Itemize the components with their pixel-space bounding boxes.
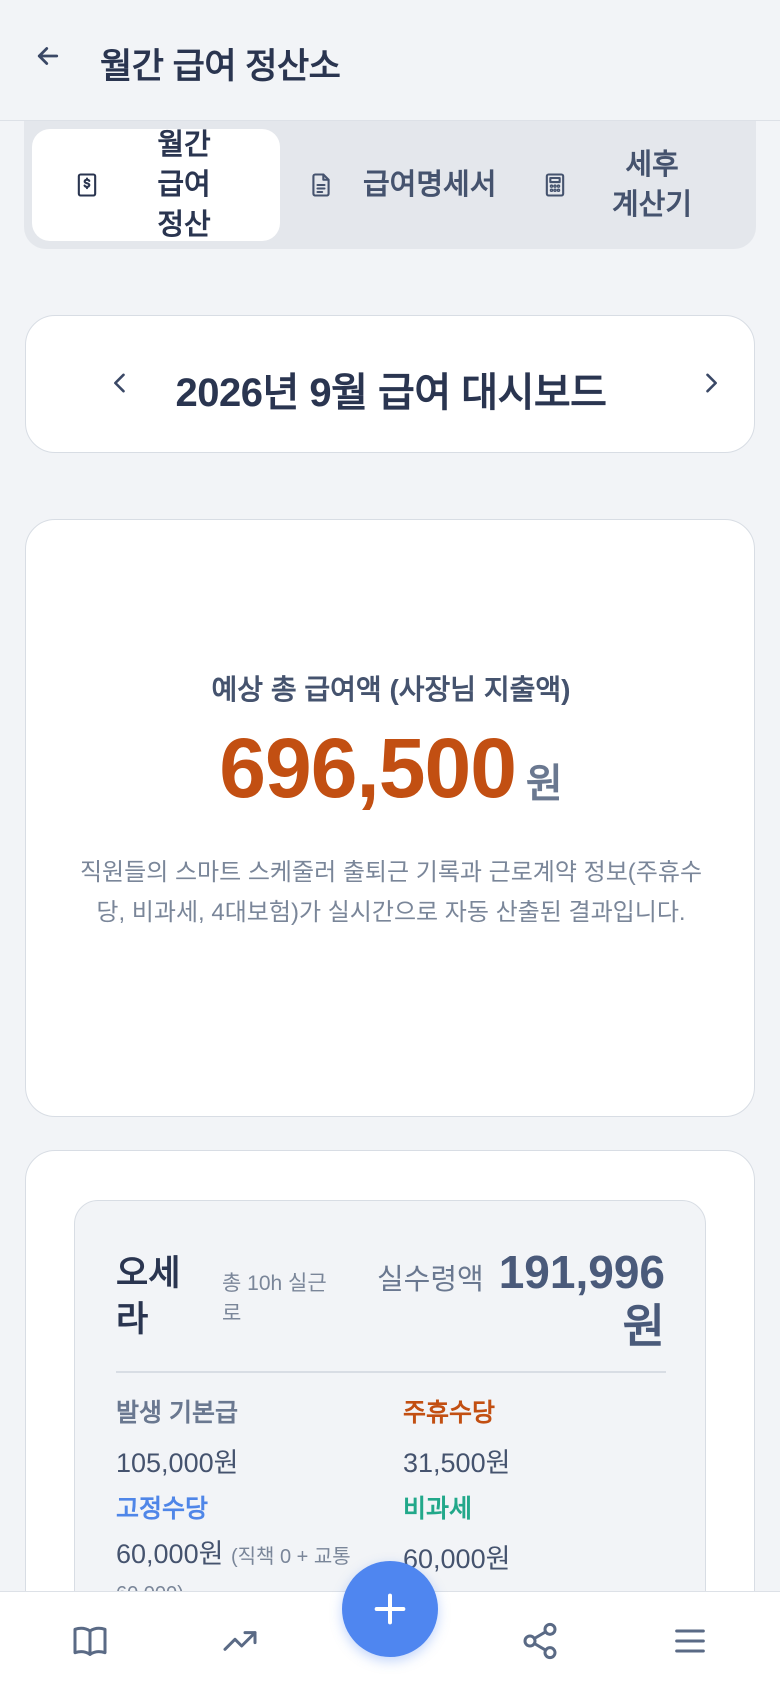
tab-label: 세후 계산기: [611, 149, 693, 221]
total-payroll-card: 예상 총 급여액 (사장님 지출액) 696,500 원 직원들의 스마트 스케줄…: [25, 519, 755, 1117]
total-payroll-amount: 696,500: [219, 721, 517, 815]
dollar-receipt-icon: [77, 173, 97, 197]
nav-trends[interactable]: [215, 1616, 265, 1666]
chevron-right-icon: [706, 373, 717, 393]
back-button[interactable]: [30, 38, 66, 74]
total-payroll-label: 예상 총 급여액 (사장님 지출액): [211, 674, 571, 705]
nav-share[interactable]: [515, 1616, 565, 1666]
book-icon: [73, 1626, 107, 1656]
tab-label: 급여명세서: [363, 169, 497, 201]
page-title: 월간 급여 정산소: [100, 47, 341, 86]
add-button[interactable]: [342, 1561, 438, 1657]
item-value: 31,500원: [403, 1448, 511, 1478]
tab-monthly-settlement[interactable]: 월간 급여 정산: [32, 129, 280, 241]
tab-payslip[interactable]: 급여명세서: [266, 129, 514, 241]
currency-unit: 원: [525, 762, 563, 806]
nav-book[interactable]: [65, 1616, 115, 1666]
menu-icon: [675, 1629, 705, 1653]
top-app-bar: 월간 급여 정산소: [0, 0, 780, 121]
total-payroll-amount-row: 696,500 원: [26, 720, 756, 817]
item-label: 주휴수당: [403, 1399, 496, 1427]
calculator-icon: [545, 173, 565, 197]
net-pay-amount: 191,996원: [498, 1246, 665, 1352]
base-pay-item: 발생 기본급 105,000원: [116, 1393, 238, 1480]
nav-menu[interactable]: [665, 1616, 715, 1666]
tab-label: 월간 급여 정산: [157, 129, 211, 241]
trend-up-icon: [223, 1631, 257, 1651]
weekly-holiday-pay-item: 주휴수당 31,500원: [403, 1393, 510, 1480]
arrow-left-icon: [37, 47, 59, 65]
employee-name: 오세라: [116, 1254, 181, 1339]
tab-bar: 월간 급여 정산 급여명세서 세후 계산기: [24, 121, 756, 249]
total-payroll-description: 직원들의 스마트 스케줄러 출퇴근 기록과 근로계약 정보(주휴수당, 비과세,…: [79, 859, 703, 926]
month-title: 2026년 9월 급여 대시보드: [175, 371, 607, 415]
divider: [116, 1371, 666, 1373]
employee-hours: 총 10h 실근로: [222, 1272, 327, 1325]
item-value: 60,000원: [116, 1539, 224, 1569]
month-navigator: 2026년 9월 급여 대시보드: [25, 315, 755, 453]
item-label: 발생 기본급: [116, 1399, 238, 1427]
item-value: 105,000원: [116, 1448, 239, 1478]
item-label: 비과세: [403, 1495, 473, 1523]
net-pay-label: 실수령액: [377, 1264, 484, 1296]
tab-after-tax-calculator[interactable]: 세후 계산기: [500, 129, 748, 241]
next-month-button[interactable]: [689, 361, 733, 405]
document-icon: [312, 173, 330, 197]
non-taxable-item: 비과세 60,000원: [403, 1489, 510, 1576]
item-label: 고정수당: [116, 1495, 209, 1523]
plus-icon: [374, 1593, 406, 1625]
share-icon: [523, 1622, 557, 1660]
